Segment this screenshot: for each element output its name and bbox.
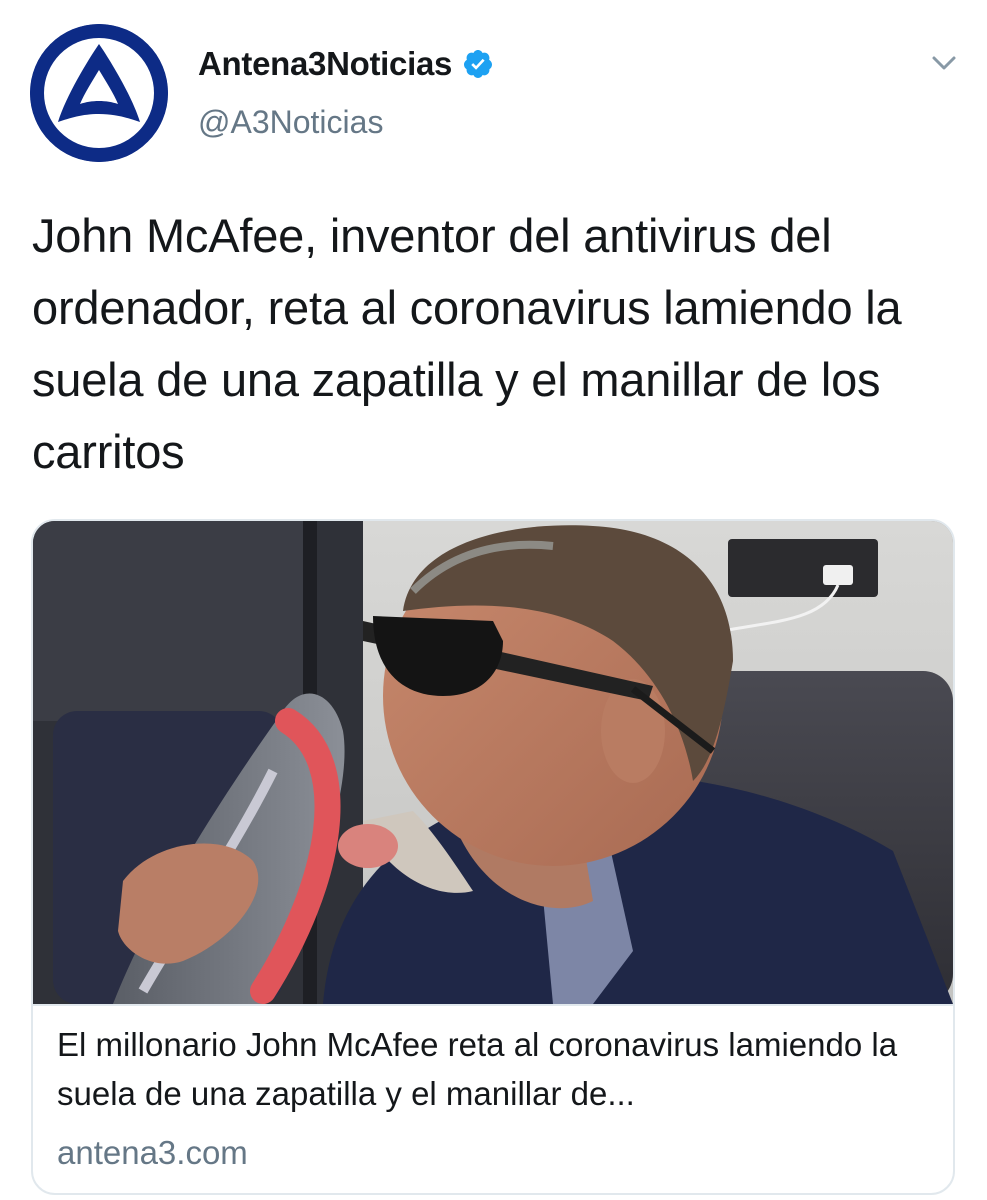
link-card[interactable]: El millonario John McAfee reta al corona… — [31, 519, 955, 1195]
card-domain: antena3.com — [57, 1134, 248, 1171]
name-row: Antena3Noticias — [198, 42, 494, 86]
card-image-illustration — [33, 521, 953, 1004]
article-photo[interactable] — [33, 521, 953, 1004]
tweet-text: John McAfee, inventor del antivirus del … — [32, 209, 902, 478]
antena3-logo-icon — [30, 24, 168, 162]
chevron-down-icon[interactable] — [929, 48, 959, 78]
card-body: El millonario John McAfee reta al corona… — [33, 1004, 953, 1193]
tweet-header: Antena3Noticias @A3Noticias — [0, 0, 987, 170]
avatar[interactable] — [30, 24, 168, 162]
handle[interactable]: @A3Noticias — [198, 104, 383, 141]
card-title[interactable]: El millonario John McAfee reta al corona… — [57, 1020, 937, 1118]
verified-badge-icon — [464, 50, 493, 78]
display-name[interactable]: Antena3Noticias — [198, 45, 452, 83]
